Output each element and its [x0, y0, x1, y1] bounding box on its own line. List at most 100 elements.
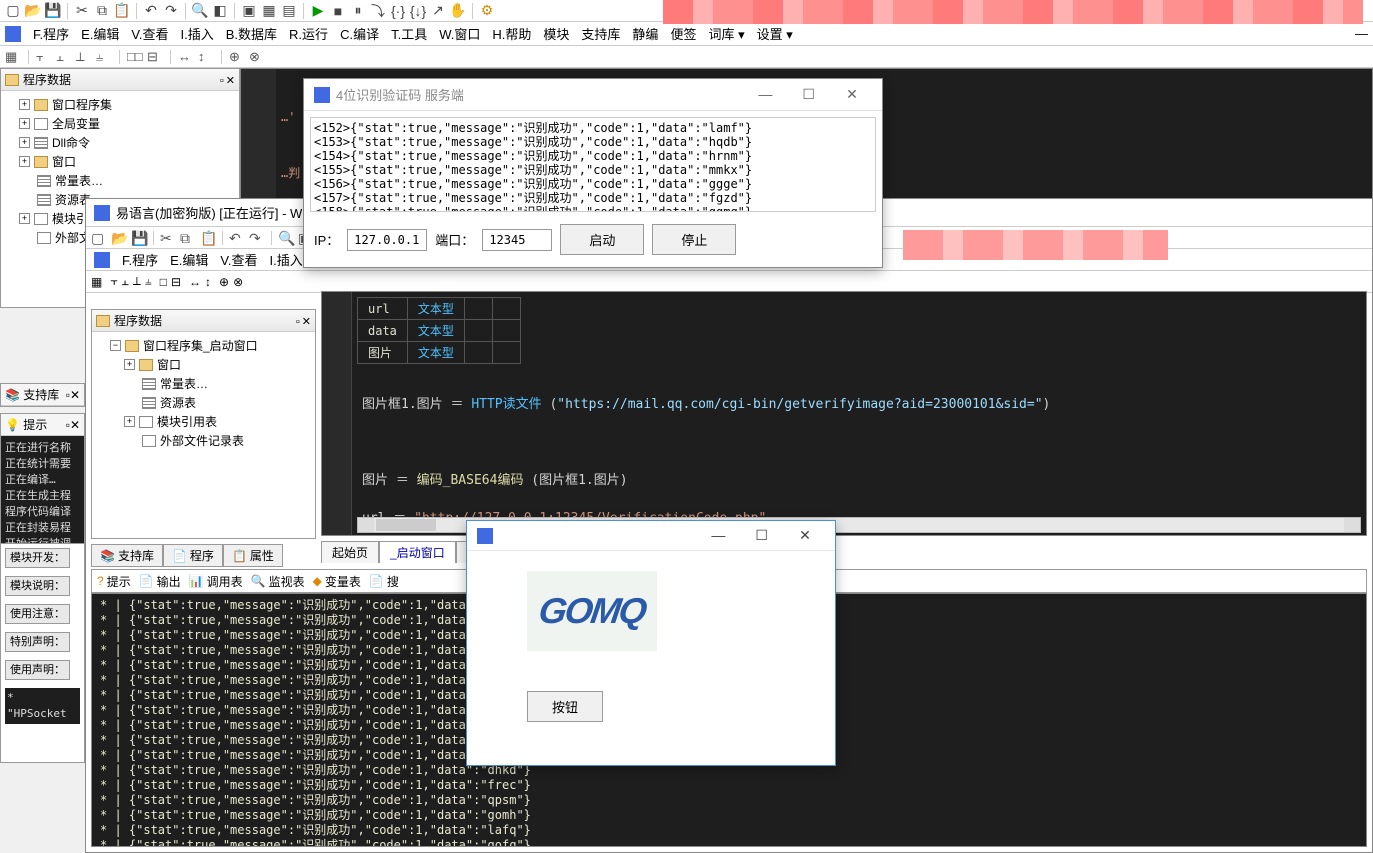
new-icon[interactable]: ▢ — [5, 3, 21, 19]
tree-win[interactable]: +窗口 — [5, 152, 235, 171]
menu-settings[interactable]: 设置 ▾ — [757, 24, 793, 43]
undo-icon[interactable]: ↶ — [229, 230, 245, 246]
tab-supportlib[interactable]: 📚支持库 — [91, 544, 163, 567]
tree-dll[interactable]: +Dll命令 — [5, 133, 235, 152]
menu-view[interactable]: V.查看 — [220, 250, 257, 269]
menu-note[interactable]: 便签 — [670, 24, 696, 43]
tree-modref[interactable]: +模块引用表 — [96, 412, 311, 431]
menu-wordlib[interactable]: 词库 ▾ — [708, 24, 744, 43]
al-icon[interactable]: ⫠ — [122, 274, 129, 289]
redo-icon[interactable]: ↷ — [249, 230, 265, 246]
gear-icon[interactable]: ⚙ — [479, 3, 495, 19]
maximize-icon[interactable]: ☐ — [789, 86, 829, 103]
server-log[interactable]: <152>{"stat":true,"message":"识别成功","code… — [310, 117, 876, 212]
find-icon[interactable]: 🔍 — [192, 3, 208, 19]
center-h-icon[interactable]: ⊕ — [229, 49, 245, 65]
maximize-icon[interactable]: ☐ — [742, 527, 782, 544]
dist-v-icon[interactable]: ⊟ — [147, 49, 163, 65]
menu-run[interactable]: R.运行 — [289, 24, 328, 43]
dist-h-icon[interactable]: □□ — [127, 49, 143, 65]
sz-icon[interactable]: □ — [160, 275, 167, 289]
tab-calltable[interactable]: 📊调用表 — [189, 573, 243, 590]
hand-icon[interactable]: ✋ — [450, 3, 466, 19]
menu-compile[interactable]: C.编译 — [340, 24, 379, 43]
menu-program[interactable]: F.程序 — [122, 250, 158, 269]
grid-icon[interactable]: ▦ — [5, 49, 21, 65]
tree-const[interactable]: 常量表… — [5, 171, 235, 190]
ip-input[interactable] — [347, 229, 427, 251]
menu-database[interactable]: B.数据库 — [226, 24, 277, 43]
save-icon[interactable]: 💾 — [45, 3, 61, 19]
menu-module[interactable]: 模块 — [543, 24, 569, 43]
stop-icon[interactable]: ■ — [330, 3, 346, 19]
tree-const[interactable]: 常量表… — [96, 374, 311, 393]
align-r-icon[interactable]: ⫠ — [56, 49, 72, 65]
tab-output[interactable]: 📄输出 — [139, 573, 181, 590]
align-b-icon[interactable]: ⫨ — [96, 49, 112, 65]
stop-button[interactable]: 停止 — [652, 224, 736, 255]
tab-search[interactable]: 📄搜 — [369, 573, 399, 590]
start-button[interactable]: 启动 — [560, 224, 644, 255]
run-icon[interactable]: ▶ — [310, 3, 326, 19]
tree-globvar[interactable]: +全局变量 — [5, 114, 235, 133]
tree-res[interactable]: 资源表 — [96, 393, 311, 412]
new-icon[interactable]: ▢ — [91, 230, 107, 246]
panel-dock-icon[interactable]: ▫ — [220, 75, 224, 87]
tree-win[interactable]: +窗口 — [96, 355, 311, 374]
center-v-icon[interactable]: ⊗ — [249, 49, 265, 65]
menu-tools[interactable]: T.工具 — [391, 24, 427, 43]
paste-icon[interactable]: 📋 — [114, 3, 130, 19]
align-t-icon[interactable]: ⟂ — [76, 49, 92, 65]
menu-help[interactable]: H.帮助 — [492, 24, 531, 43]
tab-attr[interactable]: 📋属性 — [223, 544, 283, 567]
menu-edit[interactable]: E.编辑 — [81, 24, 119, 43]
copy-icon[interactable]: ⧉ — [180, 230, 196, 246]
minimize-icon[interactable]: — — [698, 527, 738, 543]
width-icon[interactable]: ↔ — [178, 49, 194, 65]
tab-program[interactable]: 📄程序 — [163, 544, 223, 567]
tree-extfile[interactable]: 外部文件记录表 — [96, 431, 311, 450]
grid-icon[interactable]: ▦ — [91, 275, 102, 289]
stepover-icon[interactable]: ⤵ — [370, 3, 386, 19]
menu-minimize-icon[interactable]: — — [1355, 26, 1368, 41]
redo-icon[interactable]: ↷ — [163, 3, 179, 19]
tab-hint[interactable]: ?提示 — [97, 573, 131, 590]
al-icon[interactable]: ⫨ — [145, 274, 152, 289]
tab-watch[interactable]: 🔍监视表 — [251, 573, 305, 590]
copy-icon[interactable]: ⧉ — [94, 3, 110, 19]
paste-icon[interactable]: 📋 — [200, 230, 216, 246]
menu-supportlib[interactable]: 支持库 — [581, 24, 620, 43]
tab-vars[interactable]: ◆变量表 — [313, 573, 361, 590]
cn-icon[interactable]: ⊗ — [233, 275, 243, 289]
win2-icon[interactable]: ▦ — [261, 3, 277, 19]
tree-winprog[interactable]: −窗口程序集_启动窗口 — [96, 336, 311, 355]
sp-icon[interactable]: ↕ — [205, 275, 211, 289]
cut-icon[interactable]: ✂ — [74, 3, 90, 19]
win1-icon[interactable]: ▣ — [241, 3, 257, 19]
menu-window[interactable]: W.窗口 — [439, 24, 480, 43]
tab-startpage[interactable]: 起始页 — [321, 541, 379, 563]
save-icon[interactable]: 💾 — [131, 230, 147, 246]
cut-icon[interactable]: ✂ — [160, 230, 176, 246]
menu-insert[interactable]: I.插入 — [181, 24, 214, 43]
panel-close-icon[interactable]: ▫✕ — [66, 418, 80, 432]
close-icon[interactable]: ✕ — [785, 527, 825, 544]
panel-dock-icon[interactable]: ▫ — [296, 316, 300, 328]
sz-icon[interactable]: ⊟ — [171, 275, 181, 289]
cn-icon[interactable]: ⊕ — [219, 275, 229, 289]
menu-program[interactable]: F.程序 — [33, 24, 69, 43]
minimize-icon[interactable]: — — [745, 86, 785, 102]
al-icon[interactable]: ⟂ — [133, 274, 141, 289]
code-editor[interactable]: url文本型 data文本型 图片文本型 图片框1.图片 ＝ HTTP读文件 (… — [321, 291, 1367, 536]
stepout-icon[interactable]: {↓} — [410, 3, 426, 19]
open-icon[interactable]: 📂 — [25, 3, 41, 19]
panel-close-icon[interactable]: ✕ — [302, 316, 311, 328]
port-input[interactable] — [482, 229, 552, 251]
al-icon[interactable]: ⫟ — [110, 274, 117, 289]
win3-icon[interactable]: ▤ — [281, 3, 297, 19]
tree-winprog[interactable]: +窗口程序集 — [5, 95, 235, 114]
menu-edit[interactable]: E.编辑 — [170, 250, 208, 269]
close-icon[interactable]: ✕ — [832, 86, 872, 103]
stepin-icon[interactable]: {·} — [390, 3, 406, 19]
menu-insert[interactable]: I.插入 — [270, 250, 303, 269]
